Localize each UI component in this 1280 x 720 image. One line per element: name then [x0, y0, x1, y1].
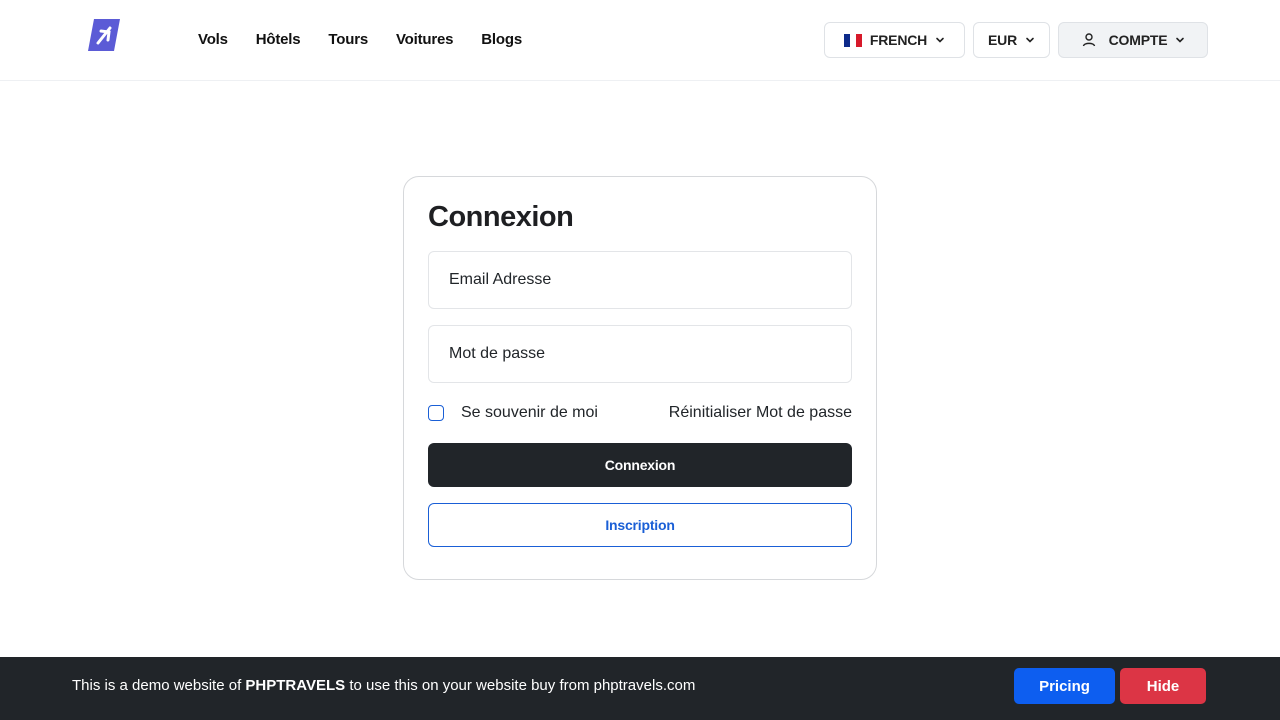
main-nav: Vols Hôtels Tours Voitures Blogs — [198, 30, 550, 50]
password-input[interactable] — [428, 325, 852, 383]
nav-tours[interactable]: Tours — [328, 30, 368, 50]
banner-text-before: This is a demo website of — [72, 677, 246, 694]
account-dropdown[interactable]: COMPTE — [1058, 22, 1208, 58]
chevron-down-icon — [1026, 37, 1034, 43]
nav-hotels[interactable]: Hôtels — [256, 30, 301, 50]
banner-brand: PHPTRAVELS — [245, 677, 346, 694]
language-dropdown[interactable]: FRENCH — [824, 22, 965, 58]
pricing-button[interactable]: Pricing — [1014, 668, 1115, 704]
chevron-down-icon — [936, 37, 944, 43]
nav-cars[interactable]: Voitures — [396, 30, 454, 50]
currency-dropdown[interactable]: EUR — [973, 22, 1050, 58]
remember-me[interactable]: Se souvenir de moi — [428, 404, 598, 422]
nav-flights[interactable]: Vols — [198, 30, 228, 50]
login-title: Connexion — [428, 201, 574, 233]
banner-text-after: to use this on your website buy from php… — [345, 677, 696, 694]
currency-label: EUR — [988, 32, 1017, 48]
remember-checkbox[interactable] — [428, 405, 444, 421]
site-header: Vols Hôtels Tours Voitures Blogs FRENCH … — [0, 0, 1280, 81]
nav-blogs[interactable]: Blogs — [481, 30, 522, 50]
language-label: FRENCH — [869, 32, 928, 48]
signup-button[interactable]: Inscription — [428, 503, 852, 547]
banner-text: This is a demo website of PHPTRAVELS to … — [72, 676, 695, 696]
account-label: COMPTE — [1108, 32, 1168, 48]
user-icon — [1082, 33, 1095, 47]
login-button[interactable]: Connexion — [428, 443, 852, 487]
remember-label: Se souvenir de moi — [461, 404, 598, 421]
plane-logo-icon[interactable] — [88, 19, 120, 51]
login-card: Connexion Se souvenir de moi Réinitialis… — [403, 176, 877, 580]
hide-button[interactable]: Hide — [1120, 668, 1206, 704]
demo-banner: This is a demo website of PHPTRAVELS to … — [0, 657, 1280, 720]
chevron-down-icon — [1176, 37, 1185, 43]
email-input[interactable] — [428, 251, 852, 309]
reset-password-link[interactable]: Réinitialiser Mot de passe — [669, 404, 852, 422]
france-flag-icon — [843, 33, 862, 47]
